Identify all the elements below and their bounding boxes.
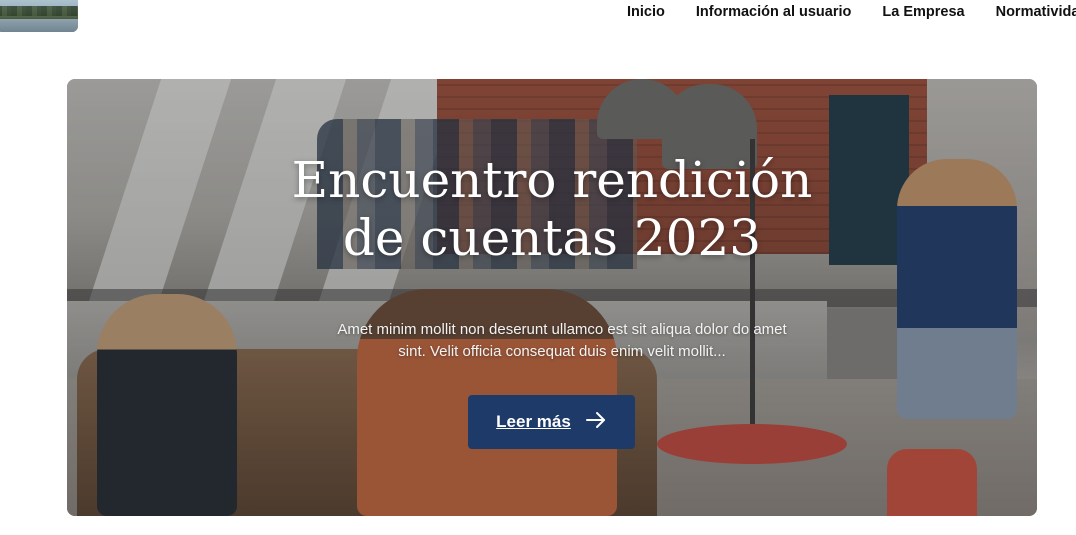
site-logo[interactable] [0, 0, 78, 32]
logo-water [0, 19, 78, 32]
read-more-button[interactable]: Leer más [468, 395, 635, 449]
nav-item-inicio[interactable]: Inicio [627, 3, 665, 21]
hero-title-line: de cuentas 2023 [342, 209, 762, 267]
main-navigation: Inicio Información al usuario La Empresa… [627, 3, 1076, 21]
read-more-label: Leer más [496, 412, 571, 431]
logo-trees [0, 6, 78, 16]
nav-item-informacion-usuario[interactable]: Información al usuario [696, 3, 852, 21]
hero-banner: Encuentro rendición de cuentas 2023 Amet… [67, 79, 1037, 516]
arrow-right-icon [585, 411, 607, 433]
hero-description-line: Amet minim mollit non deserunt ullamco e… [337, 321, 787, 338]
hero-description-line: sint. Velit officia consequat duis enim … [398, 343, 726, 360]
nav-item-normatividad[interactable]: Normatividad [996, 3, 1076, 21]
nav-item-la-empresa[interactable]: La Empresa [882, 3, 964, 21]
hero-title: Encuentro rendición de cuentas 2023 [67, 151, 1037, 267]
hero-title-line: Encuentro rendición [291, 151, 813, 209]
hero-description: Amet minim mollit non deserunt ullamco e… [302, 319, 822, 363]
photo-dark-overlay [67, 79, 1037, 516]
